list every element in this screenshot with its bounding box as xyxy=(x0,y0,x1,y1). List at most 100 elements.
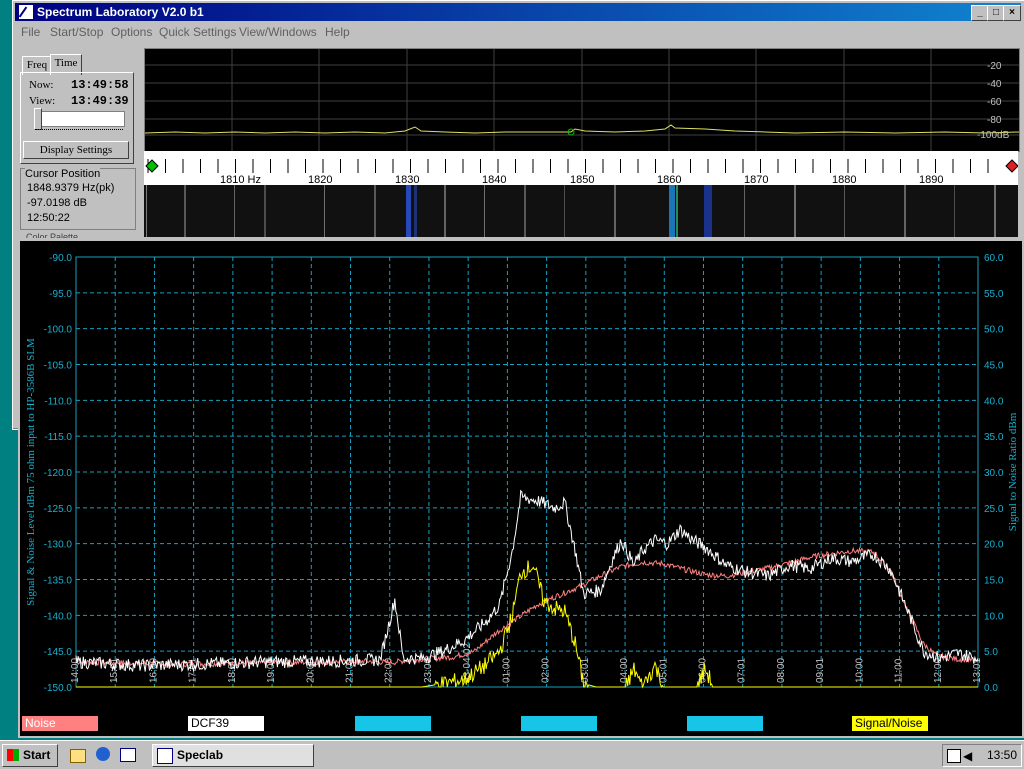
menu-quick-settings[interactable]: Quick Settings xyxy=(159,25,236,39)
y-right-tick: 5.0 xyxy=(984,647,998,658)
start-button[interactable]: Start xyxy=(2,744,58,767)
waterfall-streak xyxy=(564,185,565,237)
x-tick-label: 22:00 xyxy=(384,658,395,683)
legend-noise: Noise xyxy=(22,716,98,731)
waterfall-streak xyxy=(794,185,796,237)
waterfall-streak xyxy=(994,185,996,237)
menu-file[interactable]: File xyxy=(21,25,40,39)
waterfall-streak xyxy=(904,185,906,237)
time-slider[interactable] xyxy=(34,108,125,130)
frequency-ruler[interactable]: 1810 Hz 1820 1830 1840 1850 1860 1870 18… xyxy=(144,151,1019,186)
display-settings-button[interactable]: Display Settings xyxy=(23,141,129,159)
right-marker-icon[interactable] xyxy=(1005,159,1019,173)
x-tick-label: 08:00 xyxy=(776,658,787,683)
task-speclab[interactable]: Speclab xyxy=(152,744,314,767)
ruler-label: 1810 Hz xyxy=(220,174,261,185)
waterfall-streak xyxy=(614,185,616,237)
cursor-level: -97.0198 dB xyxy=(27,197,87,209)
ruler-svg: 1810 Hz 1820 1830 1840 1850 1860 1870 18… xyxy=(145,159,1019,186)
waterfall-streak xyxy=(184,185,186,237)
y-axis-label-right: Signal to Noise Ratio dBm xyxy=(1007,412,1019,531)
menu-help[interactable]: Help xyxy=(325,25,350,39)
waterfall-streak xyxy=(484,185,485,237)
y-left-tick: -120.0 xyxy=(44,468,73,479)
ruler-label: 1880 xyxy=(832,174,856,185)
y-right-tick: 45.0 xyxy=(984,361,1004,372)
waterfall-svg xyxy=(146,185,996,237)
ruler-label: 1850 xyxy=(570,174,594,185)
windows-logo-icon xyxy=(7,749,19,761)
x-tick-label: 03-04-02 xyxy=(462,643,473,683)
network-icon[interactable] xyxy=(947,749,961,763)
x-tick-label: 09:01 xyxy=(815,658,826,683)
ruler-label: 1890 xyxy=(919,174,943,185)
speclab-task-icon xyxy=(157,748,173,764)
waterfall-streak xyxy=(444,185,446,237)
x-tick-label: 10:00 xyxy=(854,658,865,683)
slider-ticks xyxy=(35,129,123,134)
menu-start-stop[interactable]: Start/Stop xyxy=(50,25,103,39)
spectrum-svg: -20 -40 -60 -80 -100dB xyxy=(144,49,1020,151)
waterfall-streak xyxy=(676,185,678,237)
y-left-tick: -140.0 xyxy=(44,611,73,622)
waterfall-streak xyxy=(264,185,266,237)
waterfall-streak xyxy=(524,185,526,237)
legend-slot xyxy=(687,716,763,731)
y-left-tick: -95.0 xyxy=(49,289,72,300)
color-palette-label: Color Palette xyxy=(26,232,79,238)
now-value: 13:49:58 xyxy=(71,78,129,92)
ruler-label: 1830 xyxy=(395,174,419,185)
close-button[interactable]: × xyxy=(1003,5,1021,21)
menu-view-windows[interactable]: View/Windows xyxy=(239,25,317,39)
waterfall-streak xyxy=(844,185,845,237)
y-left-tick: -145.0 xyxy=(44,647,73,658)
window-title: Spectrum Laboratory V2.0 b1 xyxy=(37,5,204,19)
waterfall-streak xyxy=(669,185,675,237)
slider-thumb[interactable] xyxy=(34,108,42,130)
title-bar[interactable]: Spectrum Laboratory V2.0 b1 _ □ × xyxy=(15,3,1021,21)
volume-icon[interactable]: ◀ xyxy=(963,749,972,763)
app-icon[interactable] xyxy=(18,4,34,20)
plot-window: -90.0 60.0 -95.0 55.0 -100.0 50.0 -105.0 45.0 -1… xyxy=(18,239,1024,738)
ruler-label: 1870 xyxy=(744,174,768,185)
y-left-tick: -110.0 xyxy=(44,396,72,407)
cursor-position-box: Cursor Position 1848.9379 Hz(pk) -97.019… xyxy=(20,168,136,230)
browser-icon[interactable] xyxy=(96,747,110,761)
ruler-label: 1840 xyxy=(482,174,506,185)
ruler-label: 1820 xyxy=(308,174,332,185)
db-tick: -20 xyxy=(987,61,1002,72)
task-label: Speclab xyxy=(177,748,224,762)
taskbar: Start Speclab ◀ 13:50 xyxy=(0,740,1024,769)
waterfall-display[interactable] xyxy=(144,185,1018,237)
legend-dcf39: DCF39 xyxy=(188,716,264,731)
x-tick-label: 02:00 xyxy=(541,658,552,683)
y-left-tick: -105.0 xyxy=(44,361,73,372)
db-tick: -80 xyxy=(987,115,1002,126)
system-tray: ◀ 13:50 xyxy=(942,744,1022,767)
legend-slot xyxy=(355,716,431,731)
y-left-tick: -135.0 xyxy=(44,576,73,587)
y-right-tick: 10.0 xyxy=(984,611,1004,622)
clock: 13:50 xyxy=(987,748,1018,762)
cursor-time: 12:50:22 xyxy=(27,212,70,224)
show-desktop-icon[interactable] xyxy=(70,749,86,763)
waterfall-streak xyxy=(234,185,235,237)
now-label: Now: xyxy=(29,79,54,91)
waterfall-streak xyxy=(744,185,745,237)
y-right-tick: 30.0 xyxy=(984,468,1004,479)
legend-slot xyxy=(521,716,597,731)
y-right-tick: 55.0 xyxy=(984,289,1004,300)
spectrum-display[interactable]: -20 -40 -60 -80 -100dB xyxy=(144,48,1020,152)
series-dcf39 xyxy=(75,489,979,673)
channels-icon[interactable] xyxy=(120,748,136,762)
waterfall-streak xyxy=(146,185,147,237)
y-right-tick: 60.0 xyxy=(984,253,1004,264)
y-right-tick: 50.0 xyxy=(984,325,1004,336)
y-right-tick: 35.0 xyxy=(984,432,1004,443)
y-right-tick: 40.0 xyxy=(984,396,1004,407)
menu-options[interactable]: Options xyxy=(111,25,152,39)
db-tick: -60 xyxy=(987,97,1002,108)
x-tick-label: 07:01 xyxy=(737,658,748,683)
waterfall-streak xyxy=(324,185,325,237)
waterfall-streak xyxy=(406,185,411,237)
